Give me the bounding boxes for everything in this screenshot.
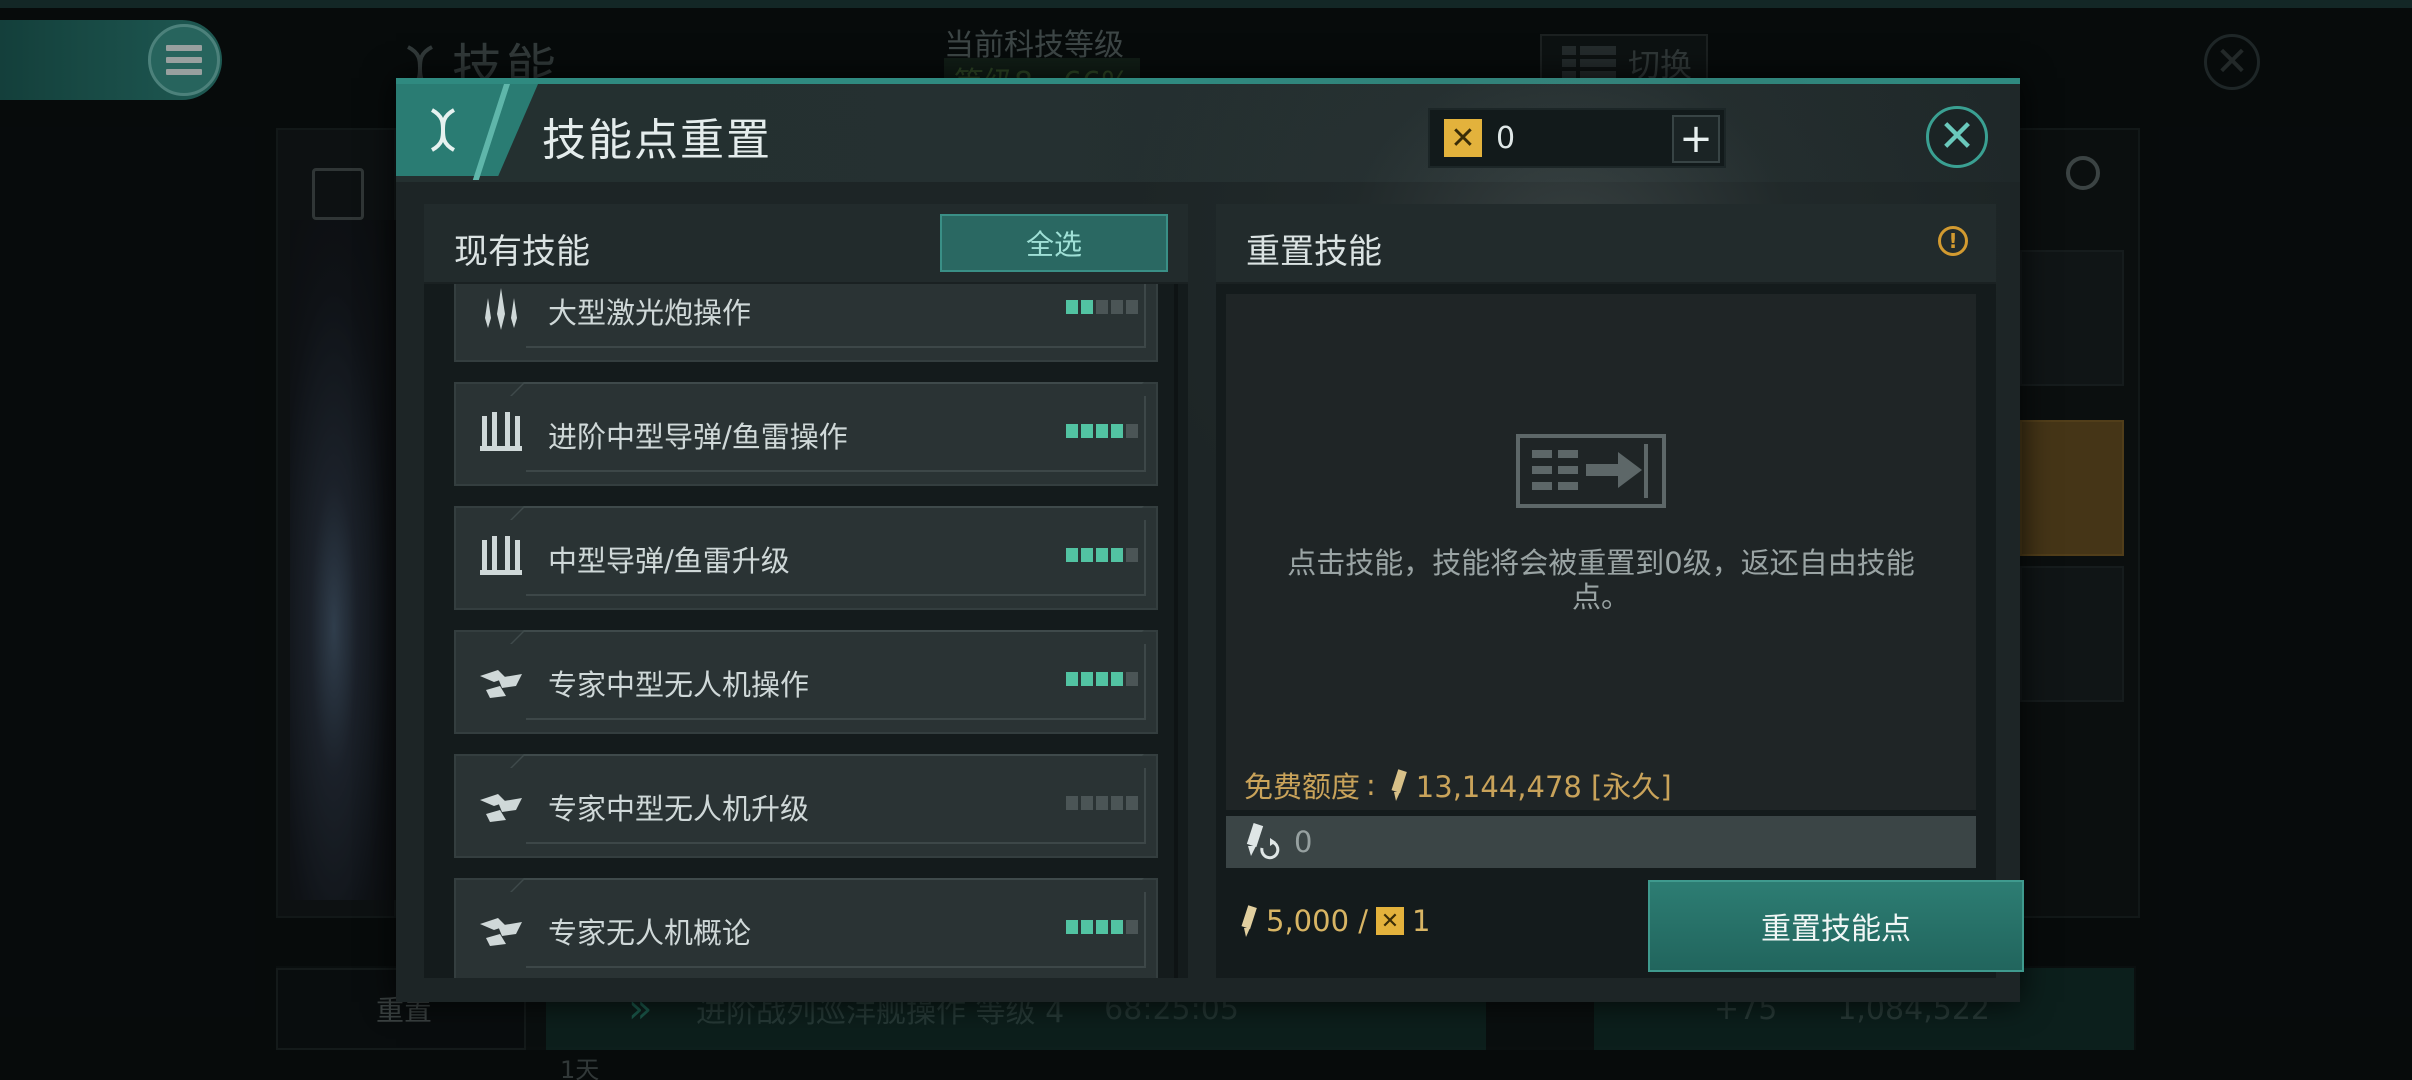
level-pip	[1111, 300, 1123, 314]
level-pip	[1126, 672, 1138, 686]
drone-icon	[476, 656, 526, 706]
skill-name: 专家中型无人机操作	[548, 668, 810, 702]
level-pip	[1126, 796, 1138, 810]
level-pip	[1096, 796, 1108, 810]
existing-skills-panel: 现有技能 全选 大型激光炮操作进阶中型导弹/鱼雷操作 中型导弹/鱼雷升级 专家中型无…	[424, 204, 1188, 978]
free-quota-value: 13,144,478 [永久]	[1415, 770, 1672, 804]
level-pip	[1066, 424, 1078, 438]
level-pip	[1096, 920, 1108, 934]
skill-name: 进阶中型导弹/鱼雷操作	[548, 420, 848, 454]
level-pip	[1126, 424, 1138, 438]
skill-list-item[interactable]: 大型激光炮操作	[454, 284, 1158, 362]
skill-level-indicator	[1066, 548, 1138, 562]
free-quota-label: 免费额度	[1244, 770, 1361, 804]
cost-tokens: 1	[1412, 904, 1431, 938]
skill-injector-icon	[1241, 905, 1257, 937]
dialog-title: 技能点重置	[542, 115, 772, 166]
skill-list-item[interactable]: 中型导弹/鱼雷升级	[454, 506, 1158, 610]
skill-name: 专家无人机概论	[548, 916, 752, 950]
level-pip	[1081, 300, 1093, 314]
drone-icon	[476, 780, 526, 830]
card-tab-decoration	[510, 754, 1144, 768]
level-pip	[1066, 796, 1078, 810]
drone-icon	[476, 904, 526, 954]
skill-injector-icon	[1391, 769, 1407, 801]
skill-reset-dialog: 技能点重置 ✕ 0 + ✕ 现有技能 全选 大型激光炮操作进阶中型导弹/鱼雷操作…	[396, 78, 2024, 1002]
reset-skills-heading: 重置技能	[1246, 232, 1382, 272]
free-quota: 免费额度 : 13,144,478 [永久]	[1244, 764, 1672, 806]
level-pip	[1096, 300, 1108, 314]
skill-level-indicator	[1066, 300, 1138, 314]
skill-level-indicator	[1066, 424, 1138, 438]
skill-name: 专家中型无人机升级	[548, 792, 810, 826]
skill-list-item[interactable]: 专家中型无人机升级	[454, 754, 1158, 858]
selected-points-value: 0	[1294, 825, 1313, 859]
token-count: 0	[1496, 120, 1516, 156]
level-pip	[1111, 796, 1123, 810]
reset-cost: 5,000 / ✕ 1	[1232, 904, 1430, 938]
level-pip	[1111, 672, 1123, 686]
skill-list[interactable]: 大型激光炮操作进阶中型导弹/鱼雷操作 中型导弹/鱼雷升级 专家中型无人机操作 专家中型…	[424, 284, 1188, 978]
card-tab-decoration	[510, 878, 1144, 892]
card-tab-decoration	[510, 382, 1144, 396]
info-warning-icon[interactable]: !	[1938, 226, 1968, 256]
card-tab-decoration	[510, 506, 1144, 520]
missile-icon	[476, 408, 526, 458]
skill-list-item[interactable]: 专家中型无人机操作	[454, 630, 1158, 734]
existing-skills-header: 现有技能 全选	[424, 204, 1188, 284]
dialog-header: 技能点重置 ✕ 0 + ✕	[396, 78, 2020, 638]
close-button[interactable]: ✕	[1926, 106, 1988, 168]
level-pip	[1081, 424, 1093, 438]
level-pip	[1066, 300, 1078, 314]
level-pip	[1081, 796, 1093, 810]
reset-drop-area[interactable]: 点击技能，技能将会被重置到0级，返还自由技能点。 免费额度 : 13,144,4…	[1226, 294, 1976, 810]
card-tab-decoration	[510, 630, 1144, 644]
reset-skills-header: 重置技能 !	[1216, 204, 1996, 284]
reset-token-icon: ✕	[1444, 119, 1482, 157]
reset-skills-panel: 重置技能 ! 点击技能，技能将会被重置到0级，返还自由技能点。 免费额度 : 1…	[1216, 204, 2024, 978]
add-token-button[interactable]: +	[1672, 115, 1720, 163]
transfer-icon	[1516, 434, 1666, 508]
reset-token-icon: ✕	[1376, 907, 1405, 935]
level-pip	[1066, 920, 1078, 934]
skill-list-item[interactable]: 专家无人机概论	[454, 878, 1158, 978]
level-pip	[1111, 548, 1123, 562]
level-pip	[1096, 672, 1108, 686]
level-pip	[1126, 548, 1138, 562]
level-pip	[1081, 920, 1093, 934]
skill-level-indicator	[1066, 672, 1138, 686]
level-pip	[1081, 672, 1093, 686]
existing-skills-heading: 现有技能	[454, 232, 590, 272]
level-pip	[1111, 424, 1123, 438]
reset-hint-text: 点击技能，技能将会被重置到0级，返还自由技能点。	[1287, 546, 1915, 614]
missile-icon	[476, 532, 526, 582]
level-pip	[1096, 548, 1108, 562]
level-pip	[1126, 300, 1138, 314]
dna-icon	[430, 108, 456, 152]
reset-skill-points-button[interactable]: 重置技能点	[1648, 880, 2024, 972]
level-pip	[1066, 548, 1078, 562]
scrollbar[interactable]	[1174, 284, 1178, 978]
level-pip	[1066, 672, 1078, 686]
skill-list-item[interactable]: 进阶中型导弹/鱼雷操作	[454, 382, 1158, 486]
skill-level-indicator	[1066, 920, 1138, 934]
level-pip	[1111, 920, 1123, 934]
level-pip	[1081, 548, 1093, 562]
dialog-logo	[396, 84, 538, 176]
large-laser-icon	[476, 284, 526, 334]
reset-token-counter: ✕ 0 +	[1428, 108, 1726, 168]
skill-level-indicator	[1066, 796, 1138, 810]
skill-name: 大型激光炮操作	[548, 296, 752, 330]
selected-points-bar: 0	[1226, 816, 1976, 868]
skill-reset-icon	[1246, 822, 1280, 860]
level-pip	[1126, 920, 1138, 934]
level-pip	[1096, 424, 1108, 438]
skill-name: 中型导弹/鱼雷升级	[548, 544, 790, 578]
select-all-button[interactable]: 全选	[940, 214, 1168, 272]
cost-points: 5,000 /	[1266, 904, 1369, 938]
